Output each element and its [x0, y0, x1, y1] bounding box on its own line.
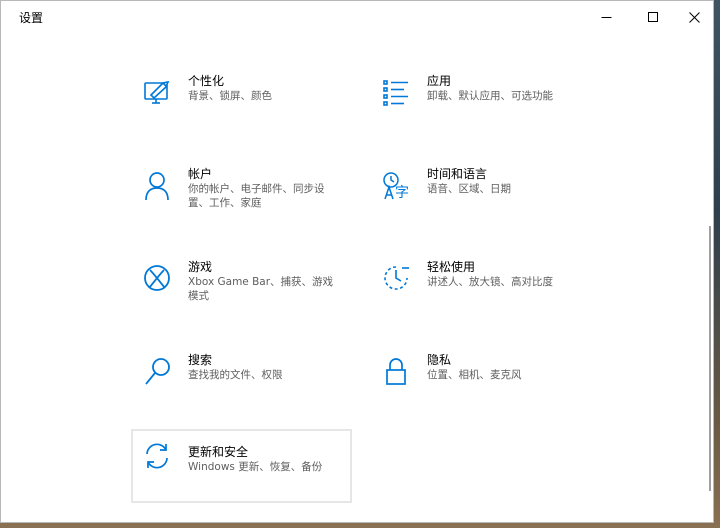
category-name: 帐户: [188, 167, 213, 181]
window-title: 设置: [19, 11, 44, 25]
scrollbar[interactable]: [709, 226, 711, 491]
category-time-language[interactable]: 字 时间和语言 语音、区域、日期: [370, 159, 590, 235]
category-personalization[interactable]: 个性化 背景、锁屏、颜色: [131, 66, 351, 142]
category-privacy[interactable]: 隐私 位置、相机、麦克风: [370, 345, 590, 421]
personalization-icon: [144, 80, 170, 104]
close-icon: [688, 11, 700, 23]
xbox-icon: [144, 265, 170, 291]
category-name: 隐私: [427, 353, 452, 367]
lock-icon: [386, 358, 406, 385]
category-description: 语音、区域、日期: [427, 183, 511, 195]
category-name: 应用: [427, 74, 452, 88]
category-accounts[interactable]: 帐户 你的帐户、电子邮件、同步设置、工作、家庭: [131, 159, 351, 235]
category-description: 背景、锁屏、颜色: [188, 90, 272, 102]
maximize-button[interactable]: [633, 1, 673, 33]
time-language-icon: 字: [383, 172, 409, 201]
category-gaming[interactable]: 游戏 Xbox Game Bar、捕获、游戏模式: [131, 252, 351, 328]
category-description: 你的帐户、电子邮件、同步设置、工作、家庭: [188, 183, 325, 209]
minimize-icon: [601, 16, 611, 18]
category-name: 轻松使用: [427, 260, 476, 274]
title-bar: 设置: [1, 1, 713, 33]
category-name: 更新和安全: [188, 445, 249, 459]
category-apps[interactable]: 应用 卸载、默认应用、可选功能: [370, 66, 590, 142]
category-name: 搜索: [188, 353, 213, 367]
category-update-security[interactable]: 更新和安全 Windows 更新、恢复、备份: [131, 429, 352, 503]
update-icon: [146, 443, 168, 469]
category-name: 时间和语言: [427, 167, 488, 181]
category-name: 个性化: [188, 74, 225, 88]
category-description: 讲述人、放大镜、高对比度: [427, 276, 553, 288]
settings-window: 设置 个性化 背景、锁屏、颜色 应用 卸载、默认应用、可选功能 帐户 你的帐户、…: [0, 0, 714, 523]
maximize-icon: [647, 11, 658, 22]
category-description: Xbox Game Bar、捕获、游戏模式: [188, 276, 334, 302]
ease-of-access-icon: [384, 266, 409, 290]
apps-icon: [383, 80, 408, 106]
search-icon: [145, 358, 170, 385]
category-ease-of-access[interactable]: 轻松使用 讲述人、放大镜、高对比度: [370, 252, 590, 328]
category-search[interactable]: 搜索 查找我的文件、权限: [131, 345, 351, 421]
category-description: Windows 更新、恢复、备份: [188, 461, 323, 473]
accounts-icon: [145, 172, 169, 201]
category-description: 卸载、默认应用、可选功能: [427, 90, 553, 102]
minimize-button[interactable]: [586, 1, 626, 33]
svg-text:字: 字: [395, 185, 409, 201]
close-button[interactable]: [674, 1, 714, 33]
category-description: 查找我的文件、权限: [188, 369, 283, 381]
category-description: 位置、相机、麦克风: [427, 369, 522, 381]
category-name: 游戏: [188, 260, 213, 274]
